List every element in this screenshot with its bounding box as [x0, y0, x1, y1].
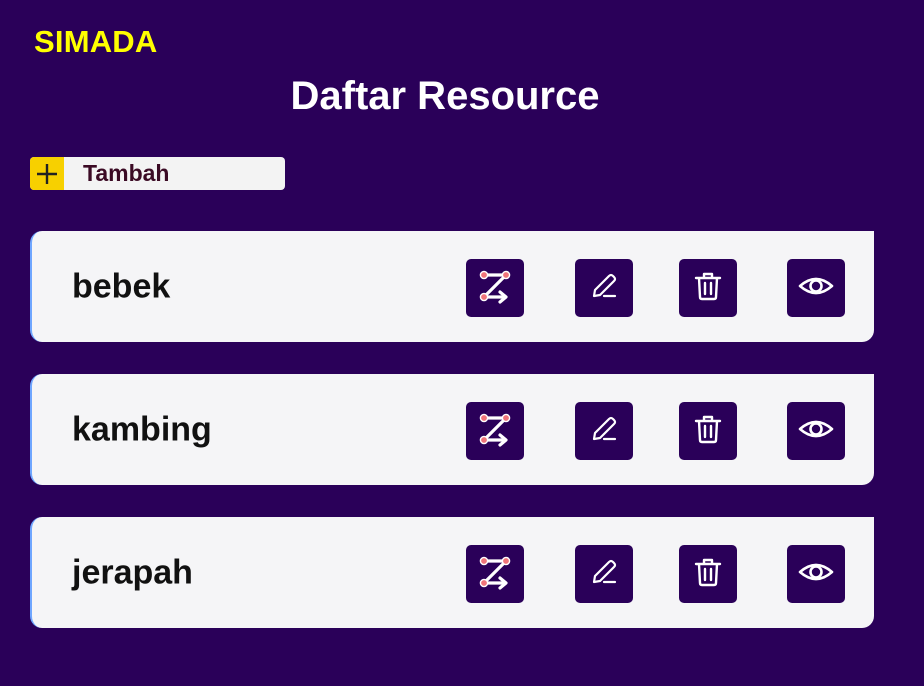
- resource-name: kambing: [72, 410, 212, 448]
- app-brand: SIMADA: [34, 24, 158, 59]
- flow-icon: [475, 552, 515, 597]
- edit-button[interactable]: [575, 259, 633, 317]
- delete-button[interactable]: [679, 402, 737, 460]
- resource-card: jerapah: [30, 517, 874, 628]
- edit-icon: [585, 410, 623, 453]
- flow-button[interactable]: [466, 259, 524, 317]
- view-button[interactable]: [787, 545, 845, 603]
- resource-card: kambing: [30, 374, 874, 485]
- delete-button[interactable]: [679, 545, 737, 603]
- edit-icon: [585, 267, 623, 310]
- delete-icon: [689, 267, 727, 310]
- view-button[interactable]: [787, 402, 845, 460]
- edit-button[interactable]: [575, 545, 633, 603]
- edit-button[interactable]: [575, 402, 633, 460]
- resource-name: jerapah: [72, 553, 193, 591]
- add-button[interactable]: Tambah: [30, 157, 285, 190]
- delete-icon: [689, 410, 727, 453]
- edit-icon: [585, 553, 623, 596]
- flow-button[interactable]: [466, 402, 524, 460]
- flow-button[interactable]: [466, 545, 524, 603]
- page-title: Daftar Resource: [290, 74, 600, 118]
- eye-icon: [796, 409, 836, 454]
- plus-icon: [30, 157, 64, 190]
- resource-name: bebek: [72, 267, 171, 305]
- delete-icon: [689, 553, 727, 596]
- flow-icon: [475, 409, 515, 454]
- view-button[interactable]: [787, 259, 845, 317]
- eye-icon: [796, 552, 836, 597]
- eye-icon: [796, 266, 836, 311]
- resource-list: bebek kambing jerapah: [30, 231, 874, 660]
- resource-card: bebek: [30, 231, 874, 342]
- delete-button[interactable]: [679, 259, 737, 317]
- flow-icon: [475, 266, 515, 311]
- add-button-label: Tambah: [83, 160, 170, 186]
